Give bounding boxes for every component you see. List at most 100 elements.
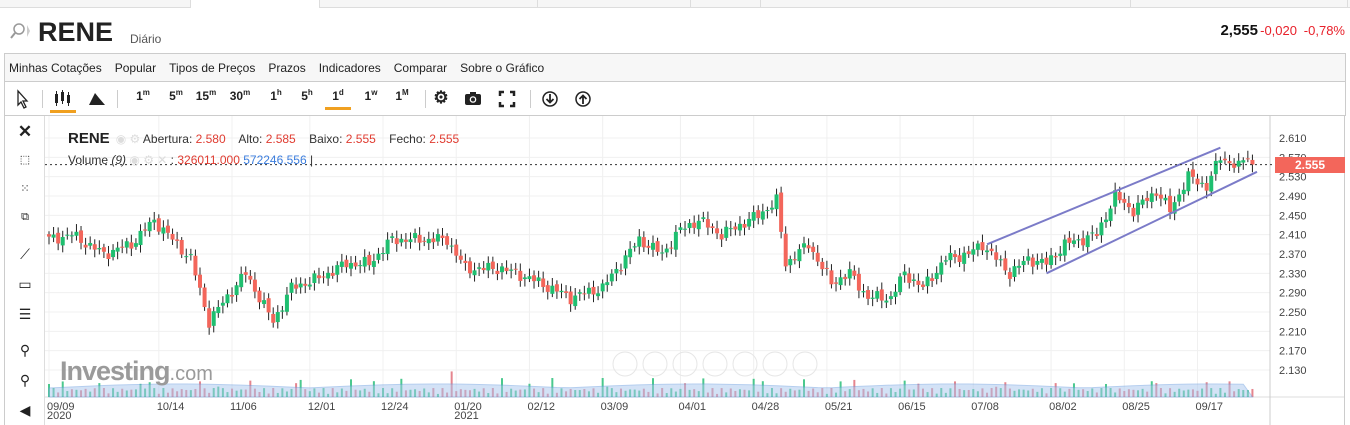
candle-body bbox=[252, 279, 257, 292]
upload-cloud-icon[interactable] bbox=[573, 88, 593, 110]
candle-body bbox=[147, 221, 152, 232]
search-icon[interactable] bbox=[8, 22, 30, 40]
candle-body bbox=[467, 261, 472, 274]
candle-body bbox=[518, 270, 523, 281]
candle-body bbox=[289, 282, 294, 293]
candle-body bbox=[326, 272, 331, 279]
candle-body bbox=[435, 234, 440, 242]
menu-about-chart[interactable]: Sobre o Gráfico bbox=[460, 61, 544, 75]
candle-body bbox=[1236, 160, 1241, 167]
camera-icon[interactable] bbox=[463, 88, 483, 110]
x-tick-label: 08/02 bbox=[1049, 401, 1077, 413]
rectangle-icon[interactable]: ▭ bbox=[5, 276, 45, 293]
candle-body bbox=[1181, 189, 1186, 195]
candle-body bbox=[1090, 232, 1095, 234]
x-tick-label: 09/17 bbox=[1196, 401, 1224, 413]
visibility-eye-icon[interactable]: ◉ ⚙ bbox=[116, 132, 141, 146]
candle-body bbox=[806, 245, 811, 249]
menu-popular[interactable]: Popular bbox=[115, 61, 156, 75]
candle-body bbox=[143, 229, 148, 231]
candle-body bbox=[92, 244, 97, 250]
trend-line-icon[interactable]: ⟋ bbox=[5, 246, 45, 263]
menu-periods[interactable]: Prazos bbox=[268, 61, 305, 75]
ohlc-legend: RENE ◉ ⚙ Abertura: 2.580 Alto: 2.585 Baix… bbox=[68, 130, 459, 147]
high-label: Alto: bbox=[238, 132, 263, 146]
settings-gear-icon[interactable]: ⚙ bbox=[431, 88, 451, 110]
candle-body bbox=[1099, 222, 1104, 236]
candle-body bbox=[120, 246, 125, 248]
candle-body bbox=[79, 230, 84, 243]
close-icon[interactable]: ✕ bbox=[5, 122, 45, 142]
candle-body bbox=[957, 255, 962, 262]
timeframe-30m[interactable]: 30m bbox=[227, 88, 253, 110]
zoom-out-icon[interactable]: ⚲ bbox=[5, 372, 45, 389]
timeframe-5h[interactable]: 5h bbox=[294, 88, 320, 110]
timeframe-1M[interactable]: 1M bbox=[389, 88, 415, 110]
y-tick-label: 2.290 bbox=[1279, 288, 1307, 300]
candle-body bbox=[413, 233, 418, 239]
candle-body bbox=[683, 228, 688, 230]
candle-body bbox=[271, 313, 276, 323]
candle-body bbox=[829, 270, 834, 285]
candle-body bbox=[211, 311, 216, 326]
volume-controls-icon[interactable]: ◉ ⚙ ✕ bbox=[129, 153, 167, 167]
y-tick-label: 2.450 bbox=[1279, 210, 1307, 222]
menu-compare[interactable]: Comparar bbox=[394, 61, 447, 75]
candle-body bbox=[907, 273, 912, 283]
candle-body bbox=[769, 207, 774, 210]
timeframe-5m[interactable]: 5m bbox=[163, 88, 189, 110]
horizontal-lines-icon[interactable]: ☰ bbox=[5, 306, 45, 323]
candle-body bbox=[408, 239, 413, 243]
open-label: Abertura: bbox=[142, 132, 193, 146]
y-tick-label: 2.530 bbox=[1279, 172, 1307, 184]
fullscreen-icon[interactable] bbox=[497, 88, 517, 110]
x-tick-label: 08/25 bbox=[1122, 401, 1150, 413]
menu-indicators[interactable]: Indicadores bbox=[319, 61, 381, 75]
area-chart-icon[interactable] bbox=[87, 88, 107, 110]
zoom-in-icon[interactable]: ⚲ bbox=[5, 342, 45, 359]
x-tick-label: 04/01 bbox=[678, 401, 706, 413]
candle-body bbox=[362, 256, 367, 267]
candle-body bbox=[532, 275, 537, 282]
candle-body bbox=[294, 284, 299, 289]
candle-body bbox=[1049, 255, 1054, 266]
clone-icon[interactable]: ⧉ bbox=[5, 211, 45, 224]
candle-body bbox=[266, 298, 271, 313]
timeframe-1h[interactable]: 1h bbox=[263, 88, 289, 110]
candle-body bbox=[948, 252, 953, 261]
timeframe-number: 30 bbox=[229, 89, 244, 103]
download-cloud-icon[interactable] bbox=[540, 88, 560, 110]
remove-drawings-icon[interactable]: ⬚ bbox=[5, 153, 45, 166]
candle-body bbox=[628, 248, 633, 258]
candle-body bbox=[847, 269, 852, 279]
x-tick-label: 05/21 bbox=[825, 401, 853, 413]
chart-nav-button bbox=[672, 351, 698, 377]
timeframe-1w[interactable]: 1w bbox=[358, 88, 384, 110]
menu-my-quotes[interactable]: Minhas Cotações bbox=[9, 61, 102, 75]
candle-body bbox=[930, 278, 935, 281]
candle-body bbox=[403, 239, 408, 242]
timeframe-number: 5 bbox=[169, 89, 176, 103]
chart-nav-button bbox=[762, 351, 788, 377]
candle-body bbox=[220, 302, 225, 306]
collapse-sidebar-icon[interactable]: ◀ bbox=[5, 402, 45, 419]
candle-body bbox=[856, 273, 861, 291]
candle-body bbox=[737, 223, 742, 231]
cursor-icon[interactable] bbox=[15, 88, 29, 110]
candle-body bbox=[747, 218, 752, 227]
candle-body bbox=[280, 310, 285, 312]
timeframe-unit: m bbox=[243, 88, 251, 97]
candle-body bbox=[243, 272, 248, 275]
timeframe-1m[interactable]: 1m bbox=[130, 88, 156, 110]
candle-body bbox=[124, 241, 129, 248]
timeframe-15m[interactable]: 15m bbox=[193, 88, 219, 110]
candlestick-chart-icon[interactable] bbox=[50, 88, 76, 113]
remove-indicators-icon[interactable]: ⁙ bbox=[5, 182, 45, 195]
x-tick-label: 12/24 bbox=[381, 401, 409, 413]
volume-moving-average bbox=[48, 383, 1254, 398]
menu-price-types[interactable]: Tipos de Preços bbox=[169, 61, 255, 75]
chart-nav-button bbox=[702, 351, 728, 377]
timeframe-1d[interactable]: 1d bbox=[325, 88, 351, 110]
candle-body bbox=[586, 287, 591, 294]
y-tick-label: 2.250 bbox=[1279, 307, 1307, 319]
